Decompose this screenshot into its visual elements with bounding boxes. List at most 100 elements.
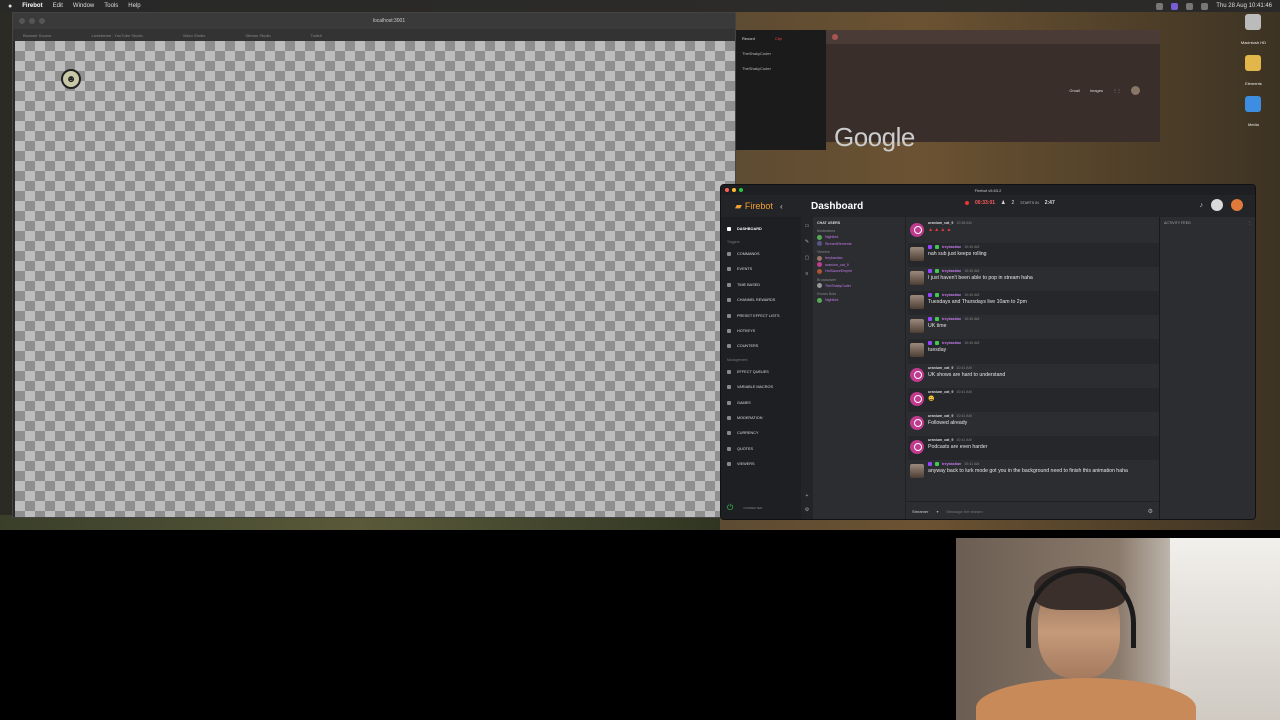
chat-as-select[interactable]: Streamer [912, 509, 928, 514]
close-icon[interactable] [19, 18, 25, 24]
obs-row[interactable]: TheShakyCoder [742, 51, 820, 56]
obs-tab-clip[interactable]: Clip [775, 36, 782, 41]
chat-username[interactable]: uranium_cat_9 [928, 221, 953, 225]
obs-row[interactable]: TheShakyCoder [742, 66, 820, 71]
sidebar-item-counters[interactable]: COUNTERS [727, 339, 801, 354]
gear-icon[interactable]: ⚙ [1148, 508, 1153, 515]
edit-icon[interactable]: ✎ [805, 239, 809, 245]
chat-message[interactable]: treybastian 10:40 AM I just haven't been a… [908, 267, 1159, 291]
sidebar-item-preset-effect-lists[interactable]: PRESET EFFECT LISTS [727, 308, 801, 323]
images-link[interactable]: Images [1090, 88, 1103, 93]
sidebar-item-events[interactable]: EVENTS [727, 262, 801, 277]
chat-message[interactable]: uranium_cat_9 10:41 AM Followed already [908, 412, 1159, 436]
folder-icon[interactable] [1245, 96, 1262, 112]
transparent-canvas[interactable]: ☻ [15, 41, 735, 517]
user-row[interactable]: treybastian [817, 255, 901, 261]
avatar[interactable] [910, 415, 924, 430]
user-row[interactable]: TheShakyCoder [817, 283, 901, 288]
streamer-avatar[interactable] [1211, 199, 1223, 211]
drive-icon[interactable] [1245, 14, 1262, 30]
apple-icon[interactable]: ● [8, 3, 12, 10]
menu-edit[interactable]: Edit [53, 3, 63, 9]
avatar[interactable] [910, 247, 924, 262]
chat-username[interactable]: treybastian [942, 462, 961, 466]
chat-message[interactable]: uranium_cat_9 10:41 AM 😄 [908, 387, 1159, 412]
avatar[interactable] [910, 319, 924, 334]
chat-username[interactable]: uranium_cat_9 [928, 366, 953, 370]
browser-tab[interactable]: Twitch [311, 33, 322, 38]
menu-window[interactable]: Window [73, 3, 94, 9]
status-icon[interactable] [1156, 2, 1164, 10]
chat-message[interactable]: uranium_cat_9 10:41 AM UK shows are hard t… [908, 364, 1159, 388]
user-row[interactable]: Nightbot [817, 297, 901, 303]
chat-username[interactable]: uranium_cat_9 [928, 438, 953, 442]
user-row[interactable]: Nightbot [817, 234, 901, 240]
layout-icon[interactable]: ▢ [805, 255, 810, 261]
avatar[interactable] [910, 463, 924, 478]
sidebar-item-commands[interactable]: COMMANDS [727, 246, 801, 261]
chat-message[interactable]: treybastian 10:40 AM nah sub just keeps ro… [908, 243, 1159, 268]
status-icon[interactable] [1171, 2, 1179, 10]
chat-username[interactable]: uranium_cat_9 [928, 414, 953, 418]
chat-message[interactable]: treybastian 10:40 AM Tuesdays and Thursday… [908, 291, 1159, 316]
sidebar-item-time-based[interactable]: TIME BASED [727, 277, 801, 292]
avatar[interactable] [910, 271, 924, 286]
sidebar-item-channel-rewards[interactable]: CHANNEL REWARDS [727, 293, 801, 308]
sidebar-item-variable-macros[interactable]: VARIABLE MACROS [727, 380, 801, 395]
avatar[interactable] [910, 295, 924, 310]
menu-clock[interactable]: Thu 28 Aug 10:41:46 [1216, 3, 1272, 9]
chat-message[interactable]: uranium_cat_9 10:41 AM Podcasts are even h… [908, 435, 1159, 460]
collapse-sidebar-icon[interactable]: ‹ [780, 202, 783, 211]
user-row[interactable]: HotSauceEmpire [817, 268, 901, 274]
avatar[interactable] [910, 439, 924, 454]
sidebar-item-games[interactable]: GAMES [727, 395, 801, 410]
tab-icon[interactable] [832, 34, 838, 40]
avatar[interactable] [910, 391, 924, 406]
sidebar-item-quotes[interactable]: QUOTES [727, 441, 801, 456]
menu-app-name[interactable]: Firebot [22, 3, 42, 9]
chat-icon[interactable]: ▭ [805, 223, 810, 229]
settings-icon[interactable]: ⚙ [805, 507, 809, 513]
avatar[interactable] [910, 223, 924, 237]
chat-messages[interactable]: uranium_cat_9 10:38 AM ▲▲▲▲ treybastian 10:4… [906, 217, 1159, 501]
gmail-link[interactable]: Gmail [1069, 88, 1079, 93]
chat-username[interactable]: treybastian [942, 341, 961, 345]
bot-avatar[interactable] [1231, 199, 1243, 211]
avatar[interactable] [910, 343, 924, 358]
sidebar-item-moderation[interactable]: MODERATION [727, 410, 801, 425]
maximize-icon[interactable] [39, 18, 45, 24]
browser-tab[interactable]: Livestream - YouTube Studio [91, 33, 142, 38]
power-icon[interactable]: ⏻ [727, 503, 733, 513]
url-bar[interactable]: localhost:3001 [373, 18, 405, 24]
wifi-icon[interactable] [1201, 2, 1209, 10]
bell-icon[interactable]: ♪ [1200, 202, 1204, 209]
status-icon[interactable] [1186, 2, 1194, 10]
sidebar-item-effect-queues[interactable]: EFFECT QUEUES [727, 364, 801, 379]
list-icon[interactable]: ≡ [806, 271, 809, 277]
chat-username[interactable]: treybastian [942, 245, 961, 249]
chat-message[interactable]: treybastian 10:40 AM tuesday [908, 339, 1159, 364]
apps-grid-icon[interactable]: ⋮⋮ [1113, 88, 1121, 93]
folder-icon[interactable] [1245, 55, 1262, 71]
chat-message[interactable]: treybastian 10:40 AM UK time [908, 315, 1159, 339]
add-icon[interactable]: + [806, 493, 809, 499]
user-row[interactable]: uranium_cat_9 [817, 262, 901, 267]
chat-message-input[interactable] [946, 506, 1140, 517]
sidebar-item-dashboard[interactable]: DASHBOARD [727, 221, 801, 236]
chevron-down-icon[interactable]: ▾ [936, 509, 938, 514]
chat-username[interactable]: treybastian [942, 269, 961, 273]
chat-message[interactable]: uranium_cat_9 10:38 AM ▲▲▲▲ [908, 219, 1159, 243]
obs-tab-record[interactable]: Record [742, 36, 755, 41]
sidebar-item-viewers[interactable]: VIEWERS [727, 456, 801, 471]
browser-tab[interactable]: Stream Studio [245, 33, 270, 38]
chat-username[interactable]: treybastian [942, 317, 961, 321]
avatar[interactable] [910, 367, 924, 382]
browser-tab[interactable]: Browser Source [23, 33, 51, 38]
chat-username[interactable]: uranium_cat_9 [928, 390, 953, 394]
sidebar-item-hotkeys[interactable]: HOTKEYS [727, 323, 801, 338]
minimize-icon[interactable] [29, 18, 35, 24]
browser-tab[interactable]: Video Studio [183, 33, 206, 38]
menu-help[interactable]: Help [128, 3, 140, 9]
account-avatar[interactable] [1131, 86, 1140, 95]
user-row[interactable]: StreamElements [817, 241, 901, 246]
